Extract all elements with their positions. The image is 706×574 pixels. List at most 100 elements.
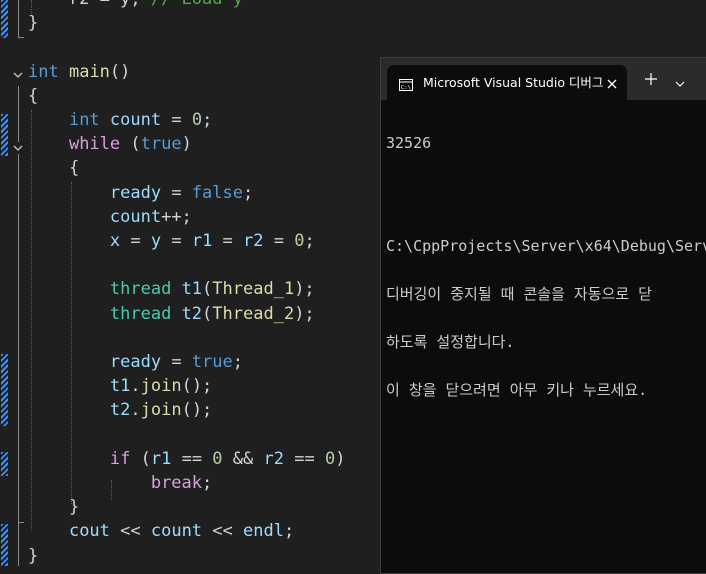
code-token: cout — [68, 521, 110, 542]
output-line: 디버깅이 중지될 때 콘솔을 자동으로 닫 — [386, 285, 652, 303]
code-token: = — [161, 110, 192, 130]
code-line[interactable] — [0, 35, 706, 59]
code-token: x — [109, 231, 121, 251]
output-line: C:\CppProjects\Server\x64\Debug\Serv — [386, 237, 706, 255]
code-token: main — [68, 61, 110, 82]
code-token: true — [140, 134, 182, 155]
code-token: ) — [181, 134, 192, 155]
code-token: int — [68, 110, 100, 130]
code-token: r2 = y; — [28, 0, 151, 9]
code-token: ( — [202, 303, 213, 324]
code-token: r1 — [150, 448, 172, 469]
code-text: x = y = r1 = r2 = 0; — [28, 229, 315, 253]
code-token: Thread_1 — [212, 279, 295, 300]
code-token: = — [161, 352, 192, 372]
console-tab[interactable]: C:\ Microsoft Visual Studio 디버그 — [387, 65, 627, 100]
code-text: count++; — [28, 205, 192, 229]
code-token: == — [171, 448, 213, 469]
code-token: ; — [232, 352, 243, 372]
code-token: count — [109, 110, 162, 130]
code-token: 0 — [212, 448, 223, 469]
code-token: = — [120, 231, 151, 251]
code-token: 0 — [294, 231, 305, 251]
code-token: thread — [109, 279, 172, 300]
code-token: (); — [181, 400, 213, 421]
code-token: t1 — [109, 376, 131, 397]
code-token: = — [161, 182, 192, 203]
code-token: t2 — [181, 303, 203, 324]
code-token: true — [191, 352, 233, 372]
code-token: count — [150, 521, 203, 542]
code-token: endl — [243, 521, 284, 542]
code-line[interactable]: } — [0, 11, 706, 35]
code-token: ; — [283, 521, 295, 542]
code-text: { — [28, 156, 79, 180]
code-token: r2 — [263, 448, 284, 469]
code-text: { — [28, 84, 38, 108]
output-line: 하도록 설정합니다. — [386, 333, 515, 351]
code-token: ; — [202, 110, 213, 130]
terminal-icon: C:\ — [399, 76, 413, 91]
code-token: ++; — [161, 206, 192, 227]
code-token: r2 — [243, 231, 264, 251]
code-token: () — [109, 61, 131, 82]
code-token: << — [109, 521, 151, 542]
close-icon[interactable] — [605, 76, 619, 90]
code-token: t1 — [181, 279, 203, 300]
console-output: 32526 C:\CppProjects\Server\x64\Debug\Se… — [386, 102, 706, 430]
debug-console-window[interactable]: C:\ Microsoft Visual Studio 디버그 32526 C:… — [380, 57, 706, 574]
code-text: while (true) — [28, 132, 192, 156]
plus-icon[interactable] — [643, 71, 659, 87]
code-line[interactable]: r2 = y; // Load y — [0, 0, 706, 11]
chevron-down-icon[interactable] — [674, 74, 686, 87]
code-token: (); — [181, 376, 213, 397]
code-text: thread t2(Thread_2); — [28, 302, 315, 326]
code-token: ); — [294, 303, 315, 324]
code-token: { — [28, 158, 80, 179]
code-token: = — [263, 231, 295, 251]
output-line: 이 창을 닫으려면 아무 키나 누르세요. — [386, 381, 648, 399]
code-token: ( — [202, 279, 213, 300]
code-text: } — [28, 11, 38, 35]
code-text: t2.join(); — [28, 398, 212, 422]
code-token: } — [28, 545, 39, 566]
code-token: y — [150, 231, 162, 251]
code-token: count — [109, 206, 162, 227]
code-token: ; — [242, 182, 254, 203]
code-token: } — [28, 13, 39, 34]
code-text: } — [28, 495, 79, 519]
console-titlebar[interactable]: C:\ Microsoft Visual Studio 디버그 — [381, 58, 706, 100]
code-token: 0 — [191, 110, 203, 130]
code-token: ( — [130, 448, 151, 469]
code-text: thread t1(Thread_1); — [28, 277, 315, 301]
code-token: false — [191, 182, 243, 203]
code-token: break — [150, 473, 203, 493]
code-token: = — [161, 231, 192, 251]
code-text: } — [28, 544, 38, 568]
code-token: join — [140, 376, 182, 397]
code-token: join — [140, 400, 182, 421]
code-text: break; — [28, 471, 212, 495]
code-token: thread — [109, 303, 172, 324]
code-text: cout << count << endl; — [28, 519, 294, 543]
code-token: int — [28, 61, 59, 82]
code-text: if (r1 == 0 && r2 == 0) — [28, 447, 346, 471]
code-text: ready = true; — [28, 350, 243, 374]
code-token: { — [28, 85, 39, 106]
